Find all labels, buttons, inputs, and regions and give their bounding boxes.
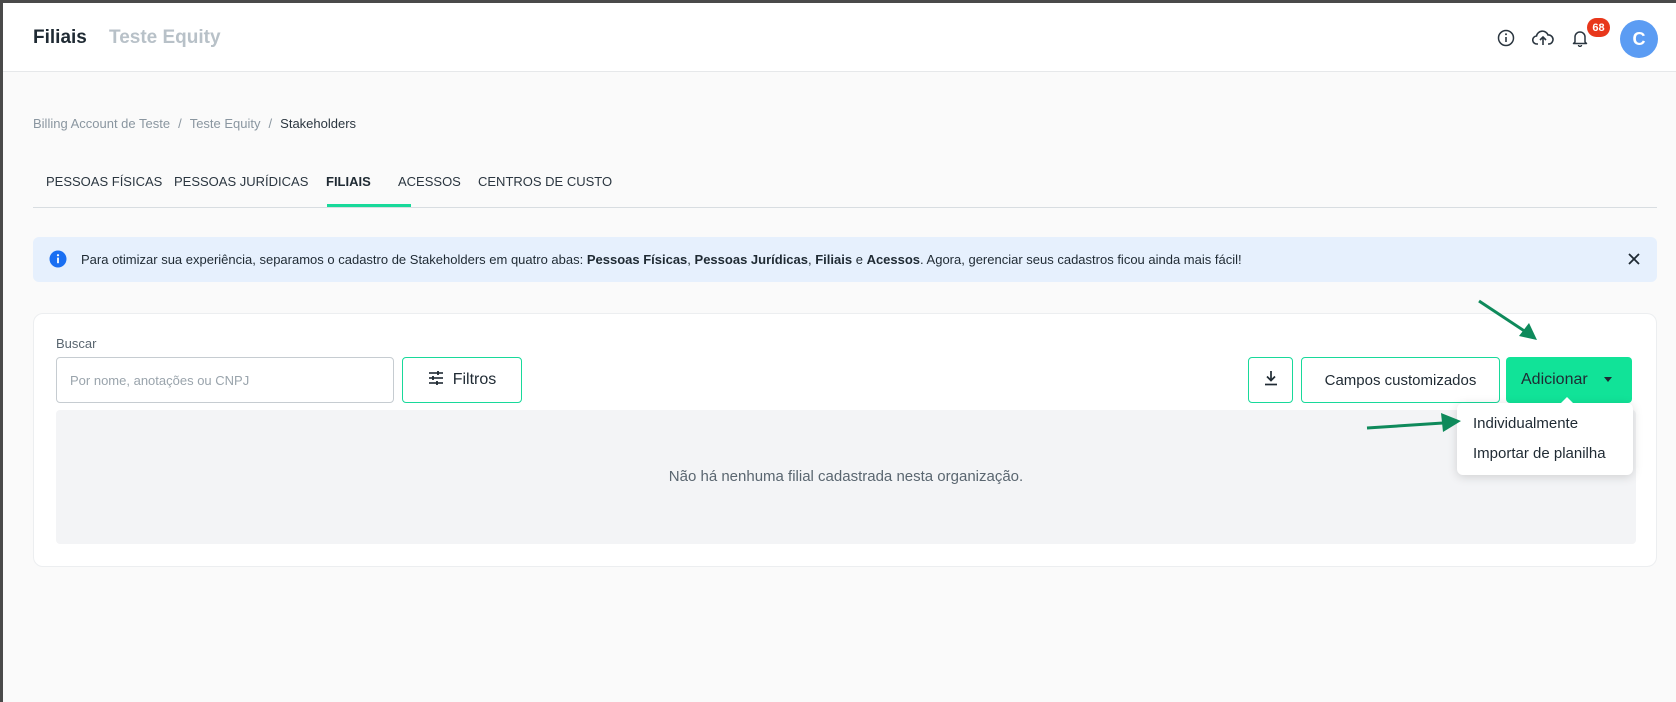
banner-text-intro: Para otimizar sua experiência, separamos… [81, 252, 587, 267]
close-icon [1628, 253, 1640, 265]
banner-text-sep: , [687, 252, 695, 267]
banner-text-pessoas-fisicas: Pessoas Físicas [586, 252, 688, 267]
banner-text-acessos: Acessos [866, 252, 921, 267]
tab-centros-de-custo[interactable]: CENTROS DE CUSTO [478, 174, 612, 189]
search-label: Buscar [56, 336, 97, 351]
tab-acessos[interactable]: ACESSOS [398, 174, 461, 189]
menu-item-individually[interactable]: Individualmente [1473, 415, 1578, 432]
custom-fields-button[interactable]: Campos customizados [1301, 357, 1500, 403]
filters-label: Filtros [452, 371, 497, 388]
active-tab-indicator [327, 204, 411, 207]
empty-state: Não há nenhuma filial cadastrada nesta o… [56, 410, 1636, 544]
breadcrumb-current: Stakeholders [280, 116, 357, 131]
breadcrumb-item-organization[interactable]: Teste Equity [190, 116, 261, 131]
search-input[interactable] [56, 357, 394, 403]
info-filled-icon [49, 250, 67, 273]
info-banner: Para otimizar sua experiência, separamos… [33, 237, 1657, 282]
filters-button[interactable]: Filtros [402, 357, 522, 403]
tab-filiais[interactable]: FILIAIS [326, 174, 371, 189]
branches-card: Buscar Filtros Campos customizados Adici… [33, 313, 1657, 567]
sliders-icon [428, 370, 444, 391]
custom-fields-label: Campos customizados [1324, 371, 1477, 389]
banner-text-pessoas-juridicas: Pessoas Jurídicas [694, 252, 808, 267]
notification-count-badge: 68 [1587, 18, 1610, 37]
add-label: Adicionar [1521, 371, 1588, 388]
organization-name: Teste Equity [109, 27, 221, 48]
info-banner-text: Para otimizar sua experiência, separamos… [81, 252, 1242, 267]
banner-text-sep: e [852, 252, 867, 267]
menu-item-import-spreadsheet[interactable]: Importar de planilha [1473, 445, 1606, 462]
cloud-upload-icon[interactable] [1532, 27, 1554, 49]
download-icon [1264, 370, 1278, 391]
info-circle-icon[interactable] [1495, 27, 1517, 49]
breadcrumb-item-billing-account[interactable]: Billing Account de Teste [33, 116, 170, 131]
tab-pessoas-juridicas[interactable]: PESSOAS JURÍDICAS [174, 174, 308, 189]
add-dropdown-menu: Individualmente Importar de planilha [1457, 397, 1633, 475]
banner-text-outro: . Agora, gerenciar seus cadastros ficou … [920, 252, 1242, 267]
tab-pessoas-fisicas[interactable]: PESSOAS FÍSICAS [46, 174, 162, 189]
caret-down-icon [1604, 377, 1612, 382]
breadcrumb: Billing Account de Teste / Teste Equity … [33, 116, 356, 131]
close-banner-button[interactable] [1623, 248, 1645, 270]
breadcrumb-separator: / [268, 116, 273, 131]
page-title: Filiais [33, 27, 87, 48]
download-button[interactable] [1248, 357, 1293, 403]
stakeholder-tabs: PESSOAS FÍSICAS PESSOAS JURÍDICAS FILIAI… [33, 158, 1657, 208]
user-avatar[interactable]: C [1620, 20, 1658, 58]
app-window: Filiais Teste Equity 68 C Billing Accoun… [3, 3, 1676, 702]
breadcrumb-separator: / [178, 116, 182, 131]
banner-text-filiais: Filiais [815, 252, 853, 267]
top-header: Filiais Teste Equity 68 C [3, 3, 1676, 72]
empty-state-message: Não há nenhuma filial cadastrada nesta o… [668, 468, 1024, 485]
